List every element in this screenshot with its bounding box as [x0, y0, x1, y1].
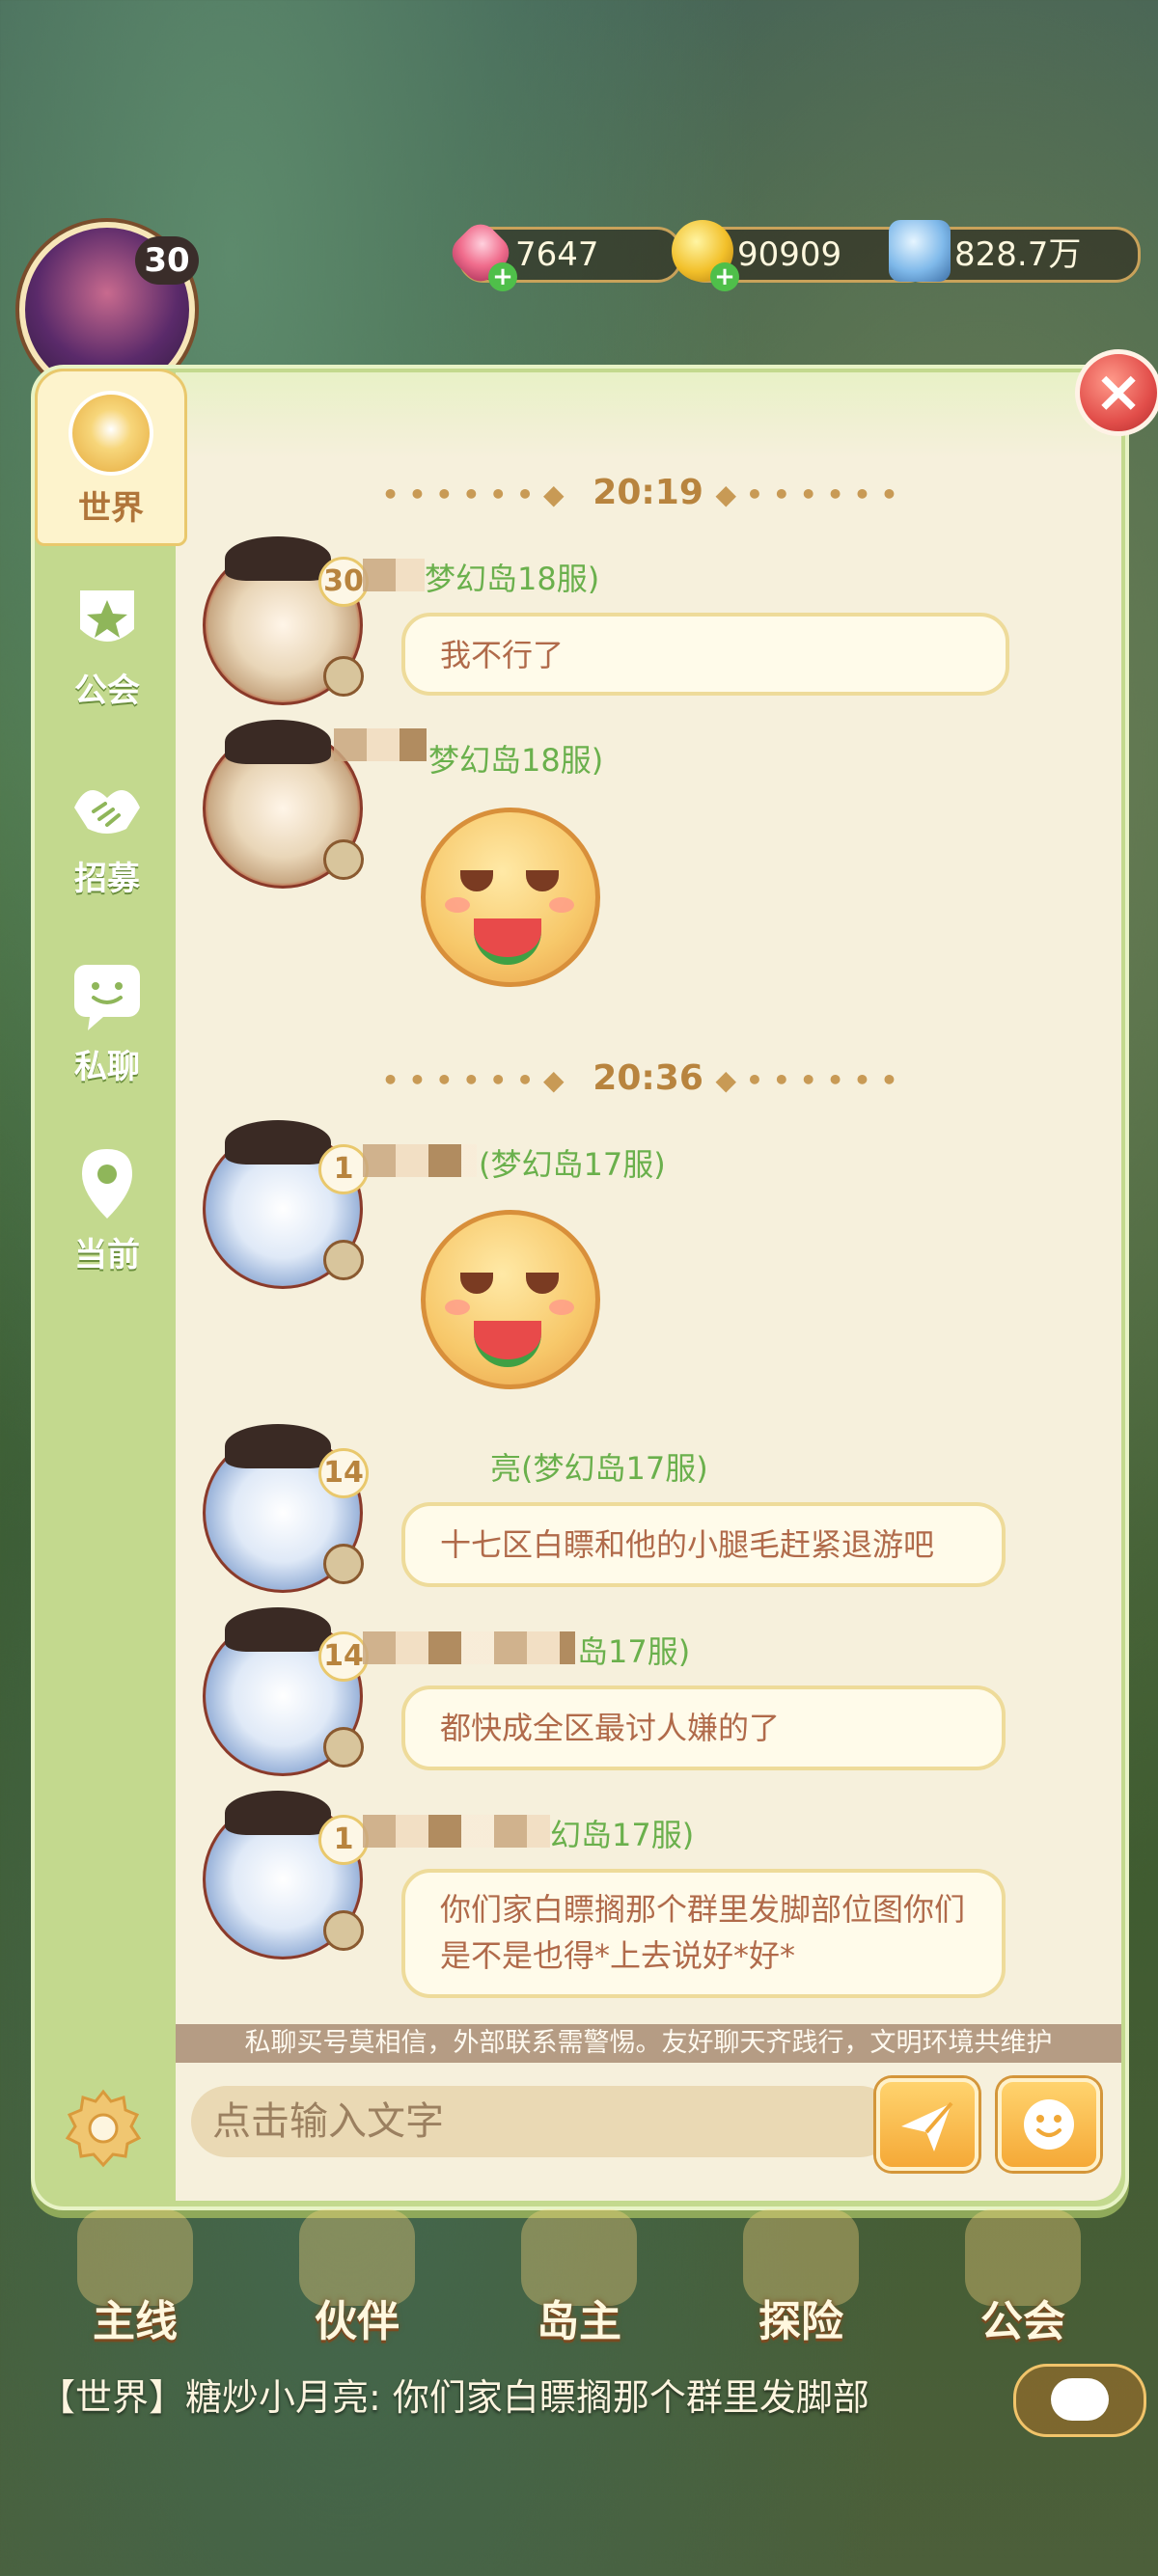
sender-name: 亮(梦幻岛17服) — [490, 1450, 708, 1487]
timestamp: 20:36 — [593, 1058, 703, 1098]
chat-channel-sidebar: 世界 公会 招募 私聊 当前 — [35, 369, 187, 2206]
divider-dots: ••••••◆ — [381, 479, 593, 510]
message-bubble[interactable]: 十七区白瞟和他的小腿毛赶紧退游吧 — [401, 1502, 1006, 1587]
message-bubble[interactable]: 都快成全区最讨人嫌的了 — [401, 1685, 1006, 1770]
gem-counter[interactable]: 7647 + — [445, 217, 682, 291]
chat-bubble-icon — [74, 965, 140, 1030]
settings-gear-icon[interactable] — [60, 2086, 147, 2173]
emoji-button[interactable] — [998, 2078, 1100, 2171]
censored-name — [334, 728, 427, 761]
send-button[interactable] — [876, 2078, 979, 2171]
location-pin-icon — [82, 1149, 132, 1219]
sender-level: 14 — [318, 1448, 369, 1498]
divider-dots: ••••••◆ — [381, 1064, 593, 1096]
player-level-badge: 30 — [135, 236, 199, 285]
add-gem-icon[interactable]: + — [488, 262, 517, 291]
smiley-icon — [1024, 2099, 1074, 2150]
guild-badge-icon — [80, 590, 134, 642]
time-divider: ••••••◆ 20:36 ◆•••••• — [172, 1058, 1117, 1098]
nav-island-owner[interactable]: 岛主 — [497, 2209, 661, 2346]
divider-dots: ◆•••••• — [715, 479, 908, 510]
nav-guild[interactable]: 公会 — [941, 2209, 1105, 2346]
sender-name: (梦幻岛17服) — [479, 1146, 666, 1183]
globe-icon — [69, 391, 153, 476]
tab-guild[interactable]: 公会 — [44, 562, 170, 726]
world-chat-ticker[interactable]: 【世界】糖炒小月亮: 你们家白瞟搁那个群里发脚部 — [39, 2364, 1004, 2431]
watermelon-emoji-sticker[interactable] — [421, 808, 600, 987]
nav-explore[interactable]: 探险 — [719, 2209, 883, 2346]
tab-world[interactable]: 世界 — [35, 369, 187, 546]
tab-private-chat[interactable]: 私聊 — [44, 938, 170, 1102]
watermelon-emoji-sticker[interactable] — [421, 1210, 600, 1389]
timestamp: 20:19 — [593, 473, 703, 512]
censored-name — [363, 1144, 477, 1177]
sender-name: 幻岛17服) — [550, 1817, 695, 1853]
censored-name — [363, 559, 425, 591]
handshake-icon — [74, 790, 140, 834]
power-value: 828.7万 — [954, 235, 1082, 274]
chat-bubble-icon — [1051, 2378, 1109, 2421]
chat-input-row: 点击输入文字 — [176, 2063, 1121, 2201]
power-counter[interactable]: 828.7万 — [889, 220, 1141, 283]
safety-notice: 私聊买号莫相信，外部联系需警惕。友好聊天齐践行，文明环境共维护 — [176, 2024, 1121, 2063]
coin-count: 90909 — [737, 235, 842, 274]
nav-main-quest[interactable]: 主线 — [53, 2209, 217, 2346]
sender-name: 岛17服) — [577, 1633, 691, 1670]
censored-name — [363, 1631, 575, 1664]
add-coin-icon[interactable]: + — [710, 262, 739, 291]
crossed-swords-icon — [889, 220, 951, 282]
censored-name — [363, 1815, 550, 1848]
message-bubble[interactable]: 你们家白瞟搁那个群里发脚部位图你们是不是也得*上去说好*好* — [401, 1869, 1006, 1998]
send-icon — [901, 2101, 953, 2151]
tab-current[interactable]: 当前 — [44, 1126, 170, 1290]
sender-level: 14 — [318, 1631, 369, 1682]
bottom-nav: 主线 伙伴 岛主 探险 公会 — [0, 2209, 1158, 2346]
message-bubble[interactable]: 我不行了 — [401, 613, 1009, 696]
gem-count: 7647 — [515, 235, 599, 274]
sender-name: 梦幻岛18服) — [428, 742, 604, 779]
nav-partners[interactable]: 伙伴 — [275, 2209, 439, 2346]
close-button[interactable]: × — [1075, 349, 1158, 436]
sender-level: 1 — [318, 1144, 369, 1194]
chat-input[interactable]: 点击输入文字 — [191, 2086, 896, 2157]
tab-recruit[interactable]: 招募 — [44, 750, 170, 914]
sender-level: 30 — [318, 557, 369, 607]
sender-level: 1 — [318, 1815, 369, 1865]
open-chat-button[interactable] — [1013, 2364, 1146, 2437]
sender-name: 梦幻岛18服) — [425, 561, 600, 597]
divider-dots: ◆•••••• — [715, 1064, 908, 1096]
time-divider: ••••••◆ 20:19 ◆•••••• — [172, 473, 1117, 512]
